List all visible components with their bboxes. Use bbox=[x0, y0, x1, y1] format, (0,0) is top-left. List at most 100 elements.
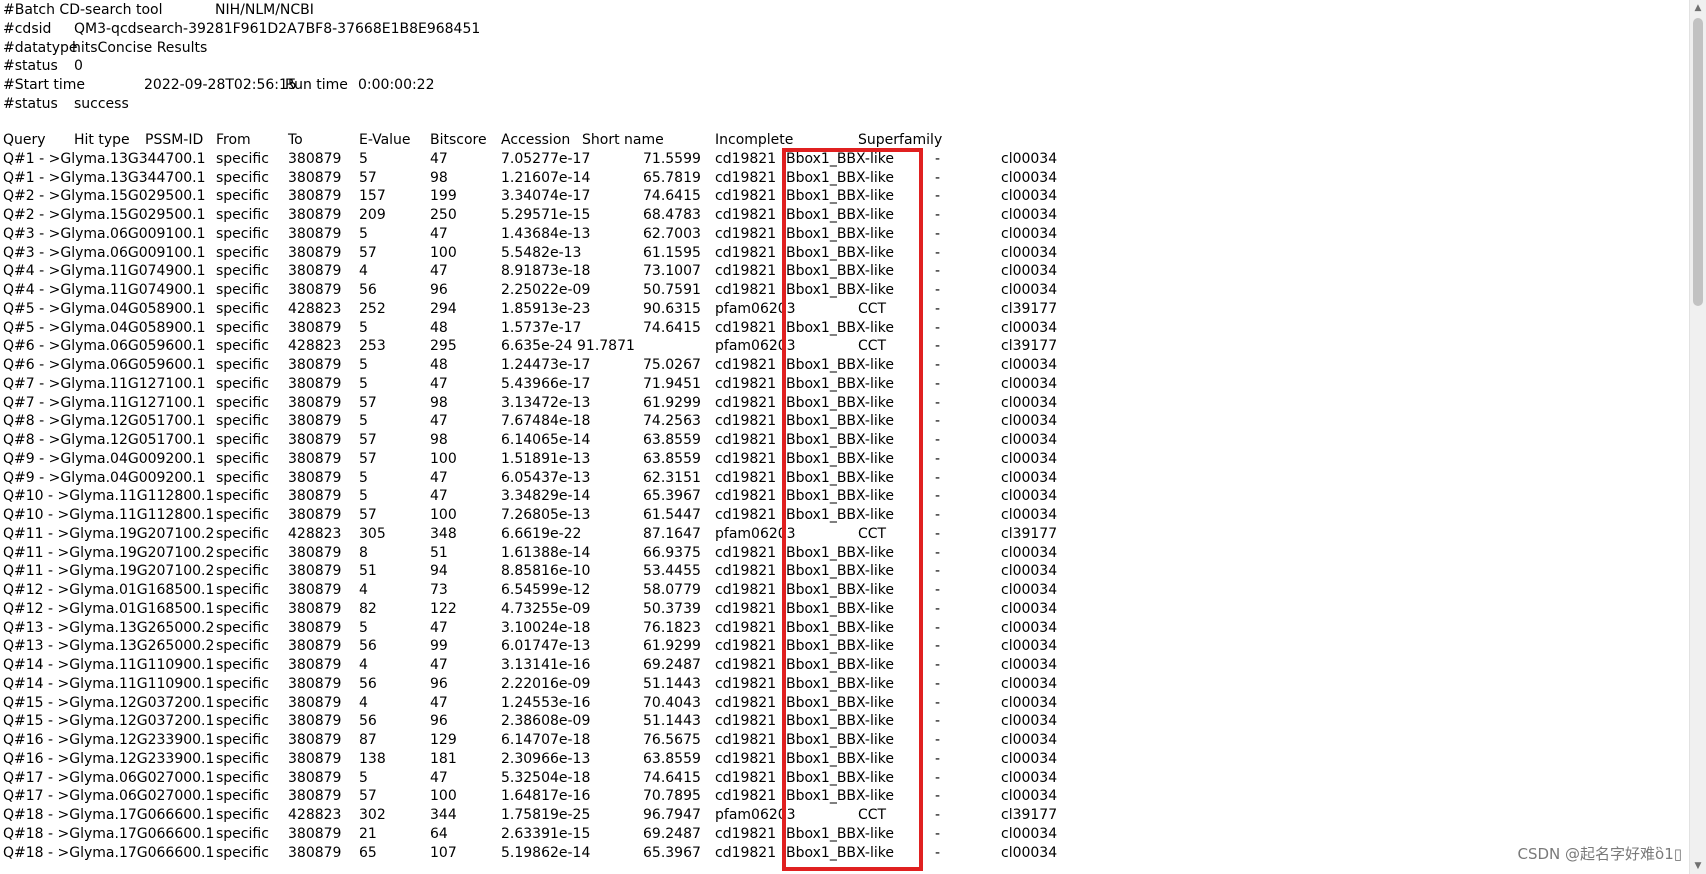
table-cell: specific bbox=[216, 488, 269, 505]
table-cell: 380879 bbox=[288, 582, 342, 598]
header-field: success bbox=[74, 95, 129, 112]
table-cell: Bbox1_BBX-like bbox=[786, 788, 894, 805]
table-row: Q#11 - >Glyma.19G207100.2 specific 380879 8… bbox=[0, 544, 1100, 563]
table-cell: 5 bbox=[359, 375, 368, 392]
table-cell: 50.3739 bbox=[643, 600, 701, 617]
table-cell: specific bbox=[216, 563, 269, 580]
table-cell: Q#5 - >Glyma.04G058900.1 bbox=[3, 319, 206, 336]
table-cell: cl00034 bbox=[1001, 694, 1058, 711]
header-field: #status bbox=[3, 95, 58, 112]
table-cell: 3.34829e-14 bbox=[501, 488, 591, 505]
column-header: Hit type bbox=[74, 132, 130, 148]
table-cell: 63.8559 bbox=[643, 750, 701, 767]
table-cell: 1.75819e-25 bbox=[501, 807, 591, 823]
header-field: QM3-qcdsearch-39281F961D2A7BF8-37668E1B8… bbox=[74, 20, 481, 37]
table-cell: 96 bbox=[430, 675, 448, 692]
table-cell: 69.2487 bbox=[643, 657, 701, 673]
table-cell: Bbox1_BBX-like bbox=[786, 450, 894, 467]
table-cell: cd19821 bbox=[715, 319, 777, 336]
table-cell: - bbox=[935, 300, 941, 317]
scroll-thumb[interactable] bbox=[1693, 18, 1703, 306]
table-cell: 65.3967 bbox=[643, 844, 701, 861]
table-cell: specific bbox=[216, 619, 269, 636]
table-cell: cl00034 bbox=[1001, 469, 1058, 486]
table-cell: 380879 bbox=[288, 263, 342, 280]
table-cell: - bbox=[935, 432, 941, 448]
table-cell: 6.54599e-12 bbox=[501, 582, 591, 598]
table-cell: - bbox=[935, 469, 941, 486]
table-row: Q#15 - >Glyma.12G037200.1 specific 380879 5… bbox=[0, 712, 1100, 731]
table-cell: 1.24553e-16 bbox=[501, 694, 591, 711]
table-cell: 5 bbox=[359, 150, 368, 167]
table-cell: 1.24473e-17 bbox=[501, 357, 591, 373]
scroll-up-arrow-icon[interactable]: ▲ bbox=[1693, 3, 1703, 13]
header-field: 2022-09-28T02:56:15 bbox=[144, 77, 297, 93]
table-cell: 61.9299 bbox=[643, 638, 701, 655]
table-cell: Q#15 - >Glyma.12G037200.1 bbox=[3, 694, 215, 711]
table-cell: specific bbox=[216, 657, 269, 673]
table-cell: 380879 bbox=[288, 563, 342, 580]
header-line: #cdsid QM3-qcdsearch-39281F961D2A7BF8-376… bbox=[0, 20, 1100, 39]
table-cell: cl00034 bbox=[1001, 488, 1058, 505]
table-cell: 253 bbox=[359, 338, 386, 355]
table-cell: specific bbox=[216, 694, 269, 711]
table-cell: cl39177 bbox=[1001, 525, 1058, 542]
table-cell: cl00034 bbox=[1001, 244, 1058, 261]
table-cell: Q#8 - >Glyma.12G051700.1 bbox=[3, 413, 206, 430]
table-cell: cl00034 bbox=[1001, 150, 1058, 167]
table-cell: cd19821 bbox=[715, 788, 777, 805]
table-cell: cl00034 bbox=[1001, 357, 1058, 373]
table-cell: cl00034 bbox=[1001, 207, 1058, 223]
table-cell: CCT bbox=[858, 300, 887, 317]
table-cell: pfam06203 bbox=[715, 338, 796, 355]
table-cell: 21 bbox=[359, 825, 377, 842]
vertical-scrollbar[interactable]: ▲ ▼ bbox=[1689, 0, 1706, 874]
table-cell: 8 bbox=[359, 544, 368, 561]
table-cell: Q#1 - >Glyma.13G344700.1 bbox=[3, 150, 206, 167]
table-cell: cd19821 bbox=[715, 413, 777, 430]
table-cell: 3.13141e-16 bbox=[501, 657, 591, 673]
table-cell: cl00034 bbox=[1001, 263, 1058, 280]
table-cell: cd19821 bbox=[715, 563, 777, 580]
table-cell: cd19821 bbox=[715, 769, 777, 786]
table-cell: - bbox=[935, 825, 941, 842]
table-row: Q#11 - >Glyma.19G207100.2 specific 428823 3… bbox=[0, 525, 1100, 544]
table-cell: - bbox=[935, 394, 941, 411]
table-cell: 380879 bbox=[288, 282, 342, 298]
table-row: Q#5 - >Glyma.04G058900.1 specific 380879 5 4… bbox=[0, 319, 1100, 338]
table-cell: cl00034 bbox=[1001, 375, 1058, 392]
table-row: Q#16 - >Glyma.12G233900.1 specific 380879 8… bbox=[0, 731, 1100, 750]
table-cell: 53.4455 bbox=[643, 563, 701, 580]
table-row: Q#17 - >Glyma.06G027000.1 specific 380879 5… bbox=[0, 787, 1100, 806]
table-cell: specific bbox=[216, 282, 269, 298]
table-cell: Bbox1_BBX-like bbox=[786, 469, 894, 486]
table-cell: cd19821 bbox=[715, 169, 777, 186]
table-cell: 51.1443 bbox=[643, 675, 701, 692]
table-cell: specific bbox=[216, 225, 269, 242]
table-cell: cd19821 bbox=[715, 732, 777, 748]
table-row: Q#8 - >Glyma.12G051700.1 specific 380879 57… bbox=[0, 431, 1100, 450]
table-cell: 74.6415 bbox=[643, 319, 701, 336]
header-field: #datatype bbox=[3, 39, 78, 56]
header-field: NIH/NLM/NCBI bbox=[215, 2, 314, 18]
table-cell: 344 bbox=[430, 807, 457, 823]
scroll-down-arrow-icon[interactable]: ▼ bbox=[1693, 861, 1703, 871]
column-header: To bbox=[288, 132, 303, 148]
table-cell: Bbox1_BBX-like bbox=[786, 750, 894, 767]
table-cell: 181 bbox=[430, 750, 457, 767]
table-cell: 74.6415 bbox=[643, 769, 701, 786]
table-cell: Bbox1_BBX-like bbox=[786, 675, 894, 692]
table-cell: Bbox1_BBX-like bbox=[786, 357, 894, 373]
table-cell: 47 bbox=[430, 657, 448, 673]
table-cell: 5.32504e-18 bbox=[501, 769, 591, 786]
table-cell: 380879 bbox=[288, 488, 342, 505]
table-cell: Q#16 - >Glyma.12G233900.1 bbox=[3, 750, 215, 767]
table-cell: cd19821 bbox=[715, 544, 777, 561]
table-row: Q#5 - >Glyma.04G058900.1 specific 428823 25… bbox=[0, 300, 1100, 319]
table-cell: cl39177 bbox=[1001, 300, 1058, 317]
table-cell: 3.34074e-17 bbox=[501, 188, 591, 205]
table-cell: 122 bbox=[430, 600, 457, 617]
table-cell: - bbox=[935, 225, 941, 242]
table-cell: Q#7 - >Glyma.11G127100.1 bbox=[3, 375, 206, 392]
table-cell: specific bbox=[216, 507, 269, 523]
